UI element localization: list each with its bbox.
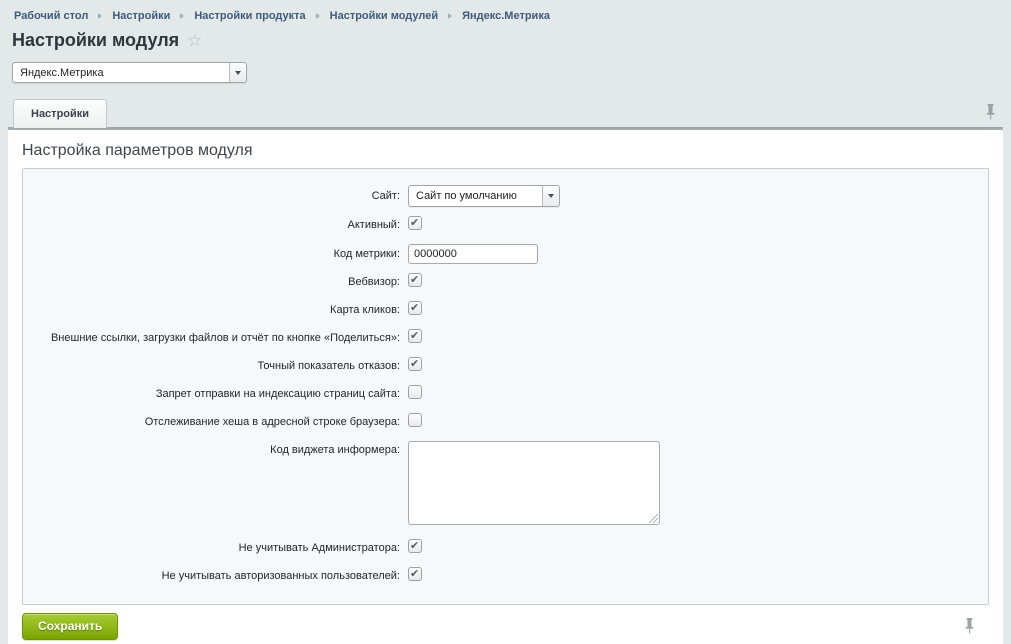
breadcrumb-separator-icon xyxy=(448,13,452,19)
site-label: Сайт: xyxy=(23,190,408,203)
webvisor-label: Вебвизор: xyxy=(23,276,408,289)
pin-icon-bottom[interactable] xyxy=(964,618,975,634)
exclude-admin-checkbox[interactable] xyxy=(408,539,422,553)
active-label: Активный: xyxy=(23,219,408,232)
pin-icon-top[interactable] xyxy=(985,104,996,120)
form-row: Активный: xyxy=(23,216,988,235)
metric-code-input[interactable] xyxy=(408,244,538,264)
external-links-label: Внешние ссылки, загрузки файлов и отчёт … xyxy=(23,332,408,345)
accurate-bounce-checkbox[interactable] xyxy=(408,357,422,371)
exclude-admin-label: Не учитывать Администратора: xyxy=(23,542,408,555)
chevron-down-icon[interactable] xyxy=(542,186,559,206)
form-row: Точный показатель отказов: xyxy=(23,357,988,376)
informer-code-textarea[interactable] xyxy=(408,441,660,525)
content-panel: Настройка параметров модуля Сайт:Сайт по… xyxy=(8,130,1003,644)
exclude-authorized-label: Не учитывать авторизованных пользователе… xyxy=(23,570,408,583)
webvisor-checkbox[interactable] xyxy=(408,273,422,287)
form-row: Вебвизор: xyxy=(23,273,988,292)
click-map-label: Карта кликов: xyxy=(23,304,408,317)
tab-settings[interactable]: Настройки xyxy=(13,99,107,128)
form-row: Не учитывать авторизованных пользователе… xyxy=(23,567,988,586)
form-box: Сайт:Сайт по умолчанию Активный: Код метри… xyxy=(22,168,989,605)
site-select-value: Сайт по умолчанию xyxy=(409,190,517,202)
module-select[interactable]: Яндекс.Метрика xyxy=(12,62,247,83)
breadcrumb-item[interactable]: Настройки модулей xyxy=(330,10,438,22)
chevron-down-icon[interactable] xyxy=(229,63,246,82)
hash-tracking-checkbox[interactable] xyxy=(408,413,422,427)
hash-tracking-label: Отслеживание хеша в адресной строке брау… xyxy=(23,416,408,429)
no-index-label: Запрет отправки на индексацию страниц са… xyxy=(23,388,408,401)
site-select[interactable]: Сайт по умолчанию xyxy=(408,185,560,207)
breadcrumb-separator-icon xyxy=(180,13,184,19)
section-heading: Настройка параметров модуля xyxy=(8,130,1003,168)
external-links-checkbox[interactable] xyxy=(408,329,422,343)
page-title-text: Настройки модуля xyxy=(12,30,179,51)
form-row: Не учитывать Администратора: xyxy=(23,539,988,558)
tab-bar: Настройки xyxy=(0,98,1011,127)
breadcrumb-separator-icon xyxy=(316,13,320,19)
breadcrumb-separator-icon xyxy=(98,13,102,19)
module-select-value: Яндекс.Метрика xyxy=(13,67,104,79)
breadcrumb-item[interactable]: Рабочий стол xyxy=(14,10,88,22)
button-row: Сохранить xyxy=(8,605,1003,640)
breadcrumb-item[interactable]: Настройки xyxy=(112,10,170,22)
form-row: Отслеживание хеша в адресной строке брау… xyxy=(23,413,988,432)
form-row: Карта кликов: xyxy=(23,301,988,320)
favorite-star-icon[interactable]: ☆ xyxy=(187,31,202,51)
breadcrumb-item[interactable]: Настройки продукта xyxy=(194,10,305,22)
active-checkbox[interactable] xyxy=(408,216,422,230)
informer-code-label: Код виджета информера: xyxy=(23,441,408,457)
breadcrumb: Рабочий стол Настройки Настройки продукта Н… xyxy=(0,0,1011,22)
form-row: Внешние ссылки, загрузки файлов и отчёт … xyxy=(23,329,988,348)
form-row: Сайт:Сайт по умолчанию xyxy=(23,185,988,207)
form-row: Запрет отправки на индексацию страниц са… xyxy=(23,385,988,404)
metric-code-label: Код метрики: xyxy=(23,248,408,261)
page-title: Настройки модуля ☆ xyxy=(12,30,1011,51)
no-index-checkbox[interactable] xyxy=(408,385,422,399)
accurate-bounce-label: Точный показатель отказов: xyxy=(23,360,408,373)
form-row: Код виджета информера: xyxy=(23,441,988,530)
form-row: Код метрики: xyxy=(23,244,988,264)
exclude-authorized-checkbox[interactable] xyxy=(408,567,422,581)
breadcrumb-item[interactable]: Яндекс.Метрика xyxy=(462,10,550,22)
save-button[interactable]: Сохранить xyxy=(22,613,118,640)
click-map-checkbox[interactable] xyxy=(408,301,422,315)
